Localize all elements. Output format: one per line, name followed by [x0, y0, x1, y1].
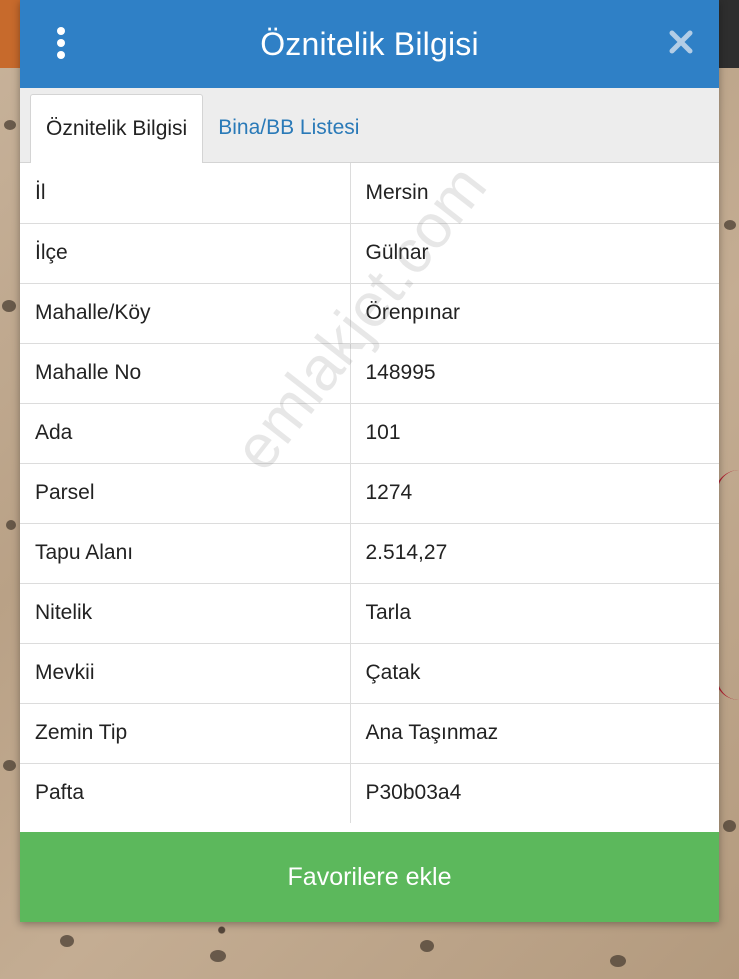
tab-building-list[interactable]: Bina/BB Listesi	[203, 94, 374, 162]
table-row: Mevkii Çatak	[20, 643, 719, 704]
attribute-key: Mevkii	[20, 643, 351, 704]
attribute-value: 101	[350, 403, 719, 464]
table-row: Mahalle No 148995	[20, 343, 719, 404]
table-row: İl Mersin	[20, 163, 719, 224]
map-shrub	[60, 935, 74, 947]
attribute-value: 2.514,27	[350, 523, 719, 584]
map-shrub	[4, 120, 16, 130]
map-shrub	[420, 940, 434, 952]
map-shrub	[210, 950, 226, 962]
table-row: Tapu Alanı 2.514,27	[20, 523, 719, 584]
attribute-dialog: Öznitelik Bilgisi Öznitelik Bilgisi Bina…	[20, 0, 719, 922]
attribute-value: 148995	[350, 343, 719, 404]
table-row: Pafta P30b03a4	[20, 763, 719, 823]
table-row: Nitelik Tarla	[20, 583, 719, 644]
attribute-value: Gülnar	[350, 223, 719, 284]
vertical-dots-icon[interactable]	[54, 27, 68, 59]
attribute-value: Tarla	[350, 583, 719, 644]
attribute-value: 1274	[350, 463, 719, 524]
attribute-key: Mahalle/Köy	[20, 283, 351, 344]
table-row: İlçe Gülnar	[20, 223, 719, 284]
close-icon[interactable]	[667, 28, 695, 56]
map-shrub	[3, 760, 16, 771]
attribute-key: Parsel	[20, 463, 351, 524]
map-edge-orange	[0, 0, 20, 68]
attribute-value: Çatak	[350, 643, 719, 704]
dialog-header: Öznitelik Bilgisi	[20, 0, 719, 88]
menu-dot	[57, 51, 65, 59]
attribute-value: Ana Taşınmaz	[350, 703, 719, 764]
attribute-key: Ada	[20, 403, 351, 464]
attribute-key: İl	[20, 163, 351, 224]
tab-attribute-info[interactable]: Öznitelik Bilgisi	[30, 94, 204, 163]
attribute-key: Zemin Tip	[20, 703, 351, 764]
attribute-key: İlçe	[20, 223, 351, 284]
tab-bar: Öznitelik Bilgisi Bina/BB Listesi	[20, 88, 719, 163]
attribute-key: Mahalle No	[20, 343, 351, 404]
map-shrub	[724, 220, 736, 230]
attribute-table: İl Mersin İlçe Gülnar Mahalle/Köy Örenpı…	[20, 163, 719, 823]
add-to-favorites-button[interactable]: Favorilere ekle	[20, 832, 719, 922]
attribute-key: Tapu Alanı	[20, 523, 351, 584]
attribute-key: Nitelik	[20, 583, 351, 644]
menu-dot	[57, 39, 65, 47]
table-row: Mahalle/Köy Örenpınar	[20, 283, 719, 344]
table-row: Parsel 1274	[20, 463, 719, 524]
table-row: Ada 101	[20, 403, 719, 464]
map-edge-dark	[719, 0, 739, 68]
attribute-value: Örenpınar	[350, 283, 719, 344]
map-shrub	[610, 955, 626, 967]
table-row: Zemin Tip Ana Taşınmaz	[20, 703, 719, 764]
menu-dot	[57, 27, 65, 35]
attribute-value: P30b03a4	[365, 781, 462, 805]
map-shrub	[723, 820, 736, 832]
attribute-value: Mersin	[350, 163, 719, 224]
attribute-key: Pafta	[20, 763, 351, 823]
dialog-title: Öznitelik Bilgisi	[260, 25, 479, 62]
map-shrub	[2, 300, 16, 312]
map-shrub	[6, 520, 16, 530]
